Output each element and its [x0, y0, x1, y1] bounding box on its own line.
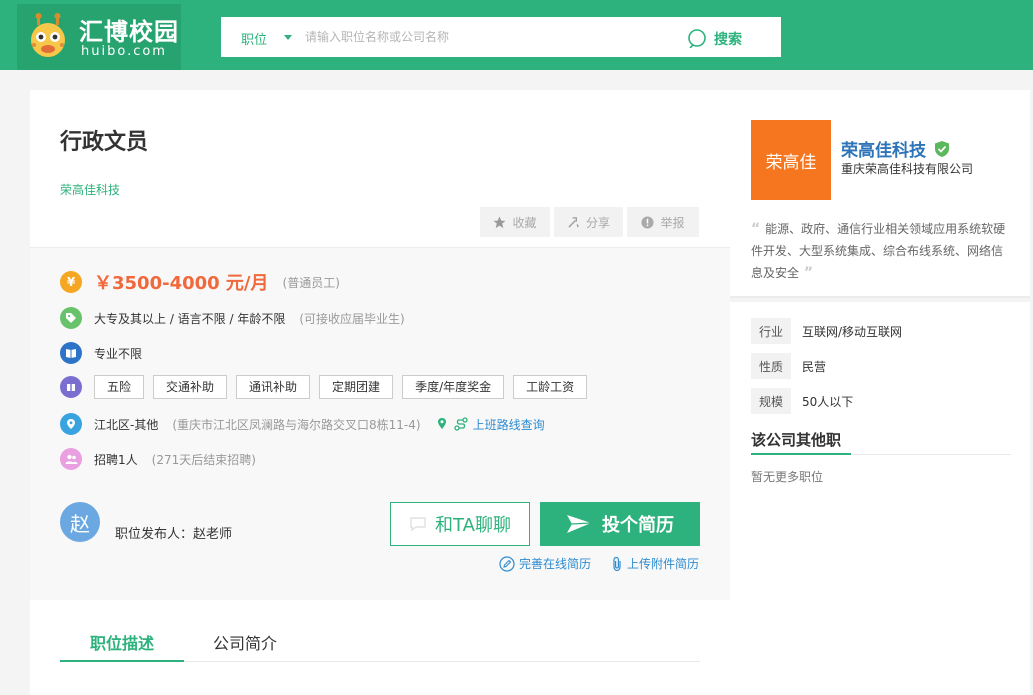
other-jobs-title: 该公司其他职 [751, 431, 842, 449]
company-intro-text: 能源、政府、通信行业相关领域应用系统软硬件开发、大型系统集成、综合布线系统、网络… [751, 222, 1006, 280]
salary-row: ¥ ￥3500-4000 元/月 (普通员工) [60, 269, 340, 295]
info-label: 行业 [751, 318, 791, 344]
edit-icon [499, 555, 515, 572]
top-header: 汇博校园 huibo.com 职位 搜索 [0, 0, 1033, 70]
company-intro: “ 能源、政府、通信行业相关领域应用系统软硬件开发、大型系统集成、综合布线系统、… [751, 218, 1011, 284]
giraffe-mascot-icon [31, 13, 65, 57]
company-sidebar: 荣高佳 荣高佳科技 重庆荣高佳科技有限公司 “ 能源、政府、通信行业相关领域应用… [730, 90, 1030, 695]
job-actions: 收藏 分享 举报 [480, 207, 699, 237]
chevron-down-icon[interactable] [284, 35, 292, 40]
info-value: 互联网/移动互联网 [802, 324, 903, 339]
info-row-industry: 行业 互联网/移动互联网 [751, 318, 902, 344]
route-query-label: 上班路线查询 [472, 417, 545, 432]
info-label: 性质 [751, 353, 791, 379]
benefit-tag: 季度/年度奖金 [402, 375, 505, 399]
search-button-label: 搜索 [714, 32, 742, 48]
search-icon [688, 29, 706, 48]
share-icon [568, 216, 579, 228]
logo-subtitle: huibo.com [81, 44, 167, 59]
open-quote-icon: “ [751, 221, 766, 237]
company-name-row: 荣高佳科技 [841, 136, 950, 161]
send-icon [567, 515, 592, 533]
yen-icon: ¥ [60, 271, 82, 293]
search-type-select[interactable]: 职位 [241, 29, 267, 48]
info-label: 规模 [751, 388, 791, 414]
favorite-label: 收藏 [512, 215, 537, 230]
close-quote-icon: ” [799, 265, 814, 281]
benefit-tag: 工龄工资 [513, 375, 588, 399]
gift-icon [60, 376, 82, 398]
benefit-tag: 交通补助 [153, 375, 228, 399]
job-publisher: 职位发布人：赵老师 [115, 527, 233, 542]
benefit-tag: 通讯补助 [236, 375, 311, 399]
search-button[interactable]: 搜索 [683, 17, 781, 57]
requirements-note: (可接收应届毕业生) [299, 311, 405, 326]
company-link[interactable]: 荣高佳科技 [60, 181, 120, 198]
major-row: 专业不限 [60, 342, 142, 364]
job-detail-card: 行政文员 荣高佳科技 收藏 分享 举报 ¥ ￥3500-4000 元/月 (普通… [30, 90, 730, 695]
share-button[interactable]: 分享 [554, 207, 623, 237]
route-icon [453, 417, 468, 431]
apply-button[interactable]: 投个简历 [540, 502, 700, 546]
site-logo[interactable]: 汇博校园 huibo.com [17, 4, 181, 70]
share-label: 分享 [585, 215, 610, 230]
complete-resume-label: 完善在线简历 [519, 557, 592, 571]
major: 专业不限 [94, 346, 143, 361]
benefit-tag: 定期团建 [319, 375, 394, 399]
map-pin-icon [437, 418, 446, 429]
job-header: 行政文员 荣高佳科技 收藏 分享 举报 [30, 90, 730, 247]
paperclip-icon [613, 556, 621, 571]
no-more-jobs: 暂无更多职位 [751, 470, 824, 484]
favorite-button[interactable]: 收藏 [480, 207, 550, 237]
company-logo[interactable]: 荣高佳 [751, 120, 831, 200]
job-details: ¥ ￥3500-4000 元/月 (普通员工) 大专及其以上 / 语言不限 / … [30, 247, 730, 600]
headcount: 招聘1人 [94, 452, 138, 467]
company-info: 行业 互联网/移动互联网 性质 民营 规模 50人以下 该公司其他职 暂无更多职… [730, 302, 1030, 695]
salary: ￥3500-4000 元/月 [94, 273, 269, 294]
route-query-link[interactable]: 上班路线查询 [435, 416, 545, 433]
upload-resume-link[interactable]: 上传附件简历 [611, 555, 699, 572]
tab-company-intro[interactable]: 公司简介 [213, 630, 277, 654]
apply-button-label: 投个简历 [602, 515, 674, 536]
company-full-name: 重庆荣高佳科技有限公司 [841, 162, 974, 176]
logo-title: 汇博校园 [79, 18, 179, 46]
avatar: 赵 [60, 502, 100, 542]
requirements: 大专及其以上 / 语言不限 / 年龄不限 [94, 311, 286, 326]
divider [751, 453, 1011, 455]
search-input[interactable] [305, 17, 675, 57]
info-value: 民营 [802, 359, 827, 374]
location-pin-icon [60, 413, 82, 435]
location: 江北区-其他 [94, 417, 159, 432]
location-row: 江北区-其他 (重庆市江北区凤澜路与海尔路交叉口8栋11-4) 上班路线查询 [60, 413, 545, 435]
info-row-nature: 性质 民营 [751, 353, 826, 379]
company-name[interactable]: 荣高佳科技 [841, 136, 926, 161]
benefit-tag: 五险 [94, 375, 145, 399]
verified-shield-icon [935, 140, 949, 157]
chat-button-label: 和TA聊聊 [435, 515, 511, 536]
people-icon [60, 448, 82, 470]
recruit-deadline: (271天后结束招聘) [151, 452, 256, 467]
detail-tabs: 职位描述 公司简介 [59, 620, 700, 662]
chat-button[interactable]: 和TA聊聊 [390, 502, 530, 546]
report-label: 举报 [660, 215, 685, 230]
requirements-row: 大专及其以上 / 语言不限 / 年龄不限 (可接收应届毕业生) [60, 307, 405, 329]
alert-icon [641, 215, 655, 229]
chat-icon [410, 517, 426, 532]
benefits-row: 五险 交通补助 通讯补助 定期团建 季度/年度奖金 工龄工资 [60, 375, 596, 399]
book-icon [60, 342, 82, 364]
company-card: 荣高佳 荣高佳科技 重庆荣高佳科技有限公司 “ 能源、政府、通信行业相关领域应用… [730, 90, 1030, 298]
info-value: 50人以下 [802, 394, 854, 409]
tab-job-description[interactable]: 职位描述 [59, 630, 185, 662]
search-bar: 职位 搜索 [221, 17, 781, 57]
star-icon [493, 215, 507, 228]
headcount-row: 招聘1人 (271天后结束招聘) [60, 448, 256, 470]
job-title: 行政文员 [60, 130, 149, 155]
address: (重庆市江北区凤澜路与海尔路交叉口8栋11-4) [172, 417, 421, 432]
job-level: (普通员工) [282, 275, 340, 290]
complete-resume-link[interactable]: 完善在线简历 [499, 555, 591, 572]
info-row-size: 规模 50人以下 [751, 388, 853, 414]
report-button[interactable]: 举报 [627, 207, 699, 237]
upload-resume-label: 上传附件简历 [627, 557, 700, 571]
tag-icon [60, 307, 82, 329]
